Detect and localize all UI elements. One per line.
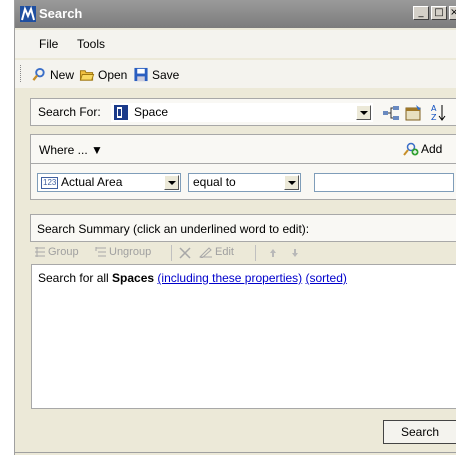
search-button[interactable]: Search: [383, 420, 456, 444]
svg-text:A: A: [431, 104, 437, 113]
properties-icon[interactable]: [405, 104, 423, 121]
search-for-section: Search For: Space A Z: [30, 98, 456, 126]
ungroup-label: Ungroup: [109, 246, 152, 258]
ungroup-icon: [95, 247, 106, 257]
where-criteria-row: 123 Actual Area equal to: [30, 164, 456, 200]
separator: [171, 245, 172, 261]
search-summary-panel: Search for all Spaces (including these p…: [31, 264, 456, 409]
group-icon: [35, 247, 45, 257]
svg-text:Z: Z: [431, 113, 437, 122]
sorted-link[interactable]: (sorted): [306, 271, 347, 285]
window-title: Search: [39, 6, 83, 21]
edit-label: Edit: [215, 246, 234, 258]
sort-az-icon[interactable]: A Z: [430, 103, 446, 122]
summary-prefix: Search for all: [38, 271, 109, 285]
search-for-dropdown-button[interactable]: [356, 105, 371, 120]
toolbar-grip[interactable]: [20, 65, 23, 82]
search-window: Search _ □ × File Tools New Open Save Se…: [14, 0, 456, 455]
close-button[interactable]: ×: [449, 6, 456, 20]
delete-icon[interactable]: [179, 247, 191, 259]
folder-open-icon: [79, 70, 95, 81]
property-value: Actual Area: [61, 175, 123, 189]
search-for-label: Search For:: [38, 105, 101, 119]
group-label: Group: [48, 246, 79, 258]
new-button[interactable]: New: [31, 67, 74, 82]
search-for-value: Space: [134, 105, 169, 119]
save-icon: [134, 67, 148, 82]
menu-bar: File Tools: [15, 30, 456, 58]
search-for-combo[interactable]: Space: [111, 103, 373, 122]
property-combo[interactable]: 123 Actual Area: [37, 173, 181, 192]
save-label: Save: [152, 67, 180, 82]
summary-sentence: Search for all Spaces (including these p…: [38, 271, 347, 285]
summary-header-text: Search Summary (click an underlined word…: [37, 222, 310, 236]
save-button[interactable]: Save: [133, 67, 179, 82]
new-label: New: [50, 67, 75, 82]
menu-tools[interactable]: Tools: [77, 37, 105, 51]
new-search-icon: [32, 67, 45, 81]
maximize-button[interactable]: □: [431, 6, 447, 20]
move-up-icon[interactable]: [269, 248, 277, 258]
summary-toolbar: Group Ungroup Edit: [31, 242, 456, 264]
space-object-icon: [114, 105, 128, 120]
add-criteria-button[interactable]: Add: [403, 142, 442, 156]
title-bar[interactable]: Search _ □ ×: [15, 0, 456, 28]
group-button[interactable]: Group: [34, 246, 79, 258]
open-button[interactable]: Open: [79, 67, 127, 82]
app-logo-icon: [20, 6, 36, 22]
pencil-icon: [199, 247, 212, 258]
summary-object-type: Spaces: [112, 271, 155, 285]
summary-header: Search Summary (click an underlined word…: [30, 214, 456, 242]
property-dropdown-button[interactable]: [164, 175, 179, 190]
move-down-icon[interactable]: [291, 248, 299, 258]
hierarchy-icon[interactable]: [382, 105, 400, 121]
ungroup-button[interactable]: Ungroup: [95, 246, 151, 258]
window-bottom-border: [15, 452, 456, 453]
edit-button[interactable]: Edit: [199, 246, 234, 258]
separator: [255, 245, 256, 261]
where-section-header: Where ... ▼ Add: [30, 134, 456, 164]
where-dropdown[interactable]: Where ... ▼: [39, 143, 103, 157]
criteria-value-input[interactable]: [314, 173, 454, 192]
add-label: Add: [421, 142, 443, 156]
including-properties-link[interactable]: (including these properties): [157, 271, 302, 285]
menu-file[interactable]: File: [39, 37, 58, 51]
minimize-button[interactable]: _: [413, 6, 429, 20]
operator-dropdown-button[interactable]: [284, 175, 299, 190]
numeric-property-icon: 123: [41, 177, 59, 189]
operator-combo[interactable]: equal to: [188, 173, 301, 192]
add-criteria-icon: [403, 142, 419, 156]
operator-value: equal to: [193, 175, 236, 189]
open-label: Open: [98, 67, 128, 82]
toolbar: New Open Save: [15, 60, 456, 88]
